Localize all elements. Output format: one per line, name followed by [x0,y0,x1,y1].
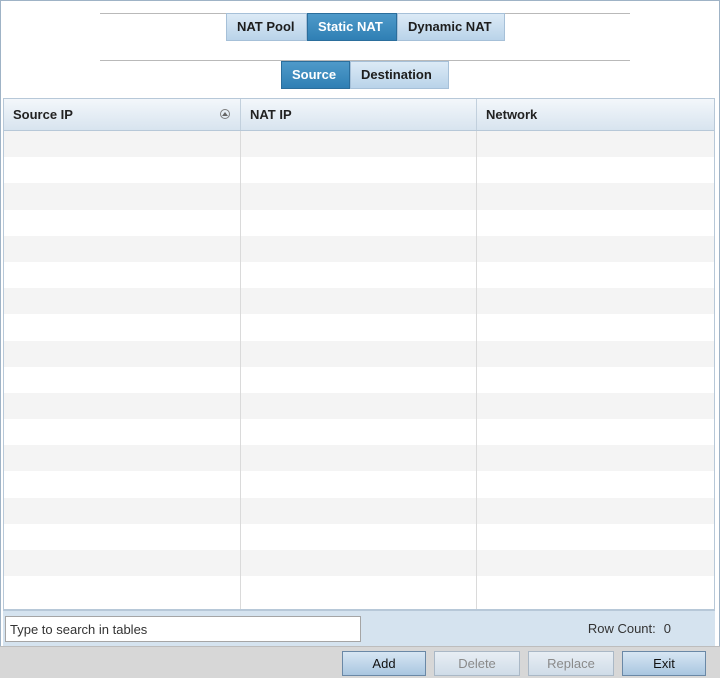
column-divider [240,131,241,609]
row-count-value: 0 [663,621,671,636]
empty-row [4,550,714,577]
column-label-network: Network [486,107,538,122]
sort-ascending-icon[interactable] [220,109,230,119]
empty-row [4,210,714,236]
table-header: Source IP NAT IP Network [4,99,714,131]
tab-static-nat[interactable]: Static NAT [307,13,397,41]
row-count-label: Row Count: [587,621,656,636]
empty-row [4,235,714,262]
empty-row [4,392,714,420]
empty-row [4,157,714,183]
static-nat-table: Source IP NAT IP Network [3,98,715,610]
replace-button[interactable]: Replace [528,651,614,676]
tab-dynamic-nat[interactable]: Dynamic NAT [397,13,505,41]
tab-source[interactable]: Source [281,61,350,89]
empty-row [4,288,714,315]
exit-button[interactable]: Exit [622,651,706,676]
column-label-source-ip: Source IP [13,107,73,122]
tab-destination[interactable]: Destination [350,61,449,89]
table-search-input[interactable] [5,616,361,642]
empty-row [4,183,714,210]
tab-nat-pool[interactable]: NAT Pool [226,13,307,41]
nat-type-tabs: NAT Pool Static NAT Dynamic NAT [226,13,505,41]
empty-row [4,367,714,393]
column-header-source-ip[interactable]: Source IP [4,99,241,130]
column-header-nat-ip[interactable]: NAT IP [241,99,477,130]
empty-row [4,262,714,288]
table-footer: Row Count: 0 [3,610,715,646]
action-bar: Add Delete Replace Exit [0,646,720,678]
empty-row [4,497,714,524]
add-button[interactable]: Add [342,651,426,676]
empty-row [4,576,714,602]
empty-row [4,340,714,367]
column-label-nat-ip: NAT IP [250,107,292,122]
empty-row [4,419,714,445]
column-divider [476,131,477,609]
column-header-network[interactable]: Network [477,99,714,130]
empty-row [4,314,714,340]
empty-row [4,471,714,497]
empty-row [4,445,714,472]
delete-button[interactable]: Delete [434,651,520,676]
table-body [4,131,714,609]
empty-row [4,131,714,158]
empty-row [4,524,714,550]
row-count: Row Count: 0 [588,621,671,636]
direction-tabs: Source Destination [281,61,449,89]
